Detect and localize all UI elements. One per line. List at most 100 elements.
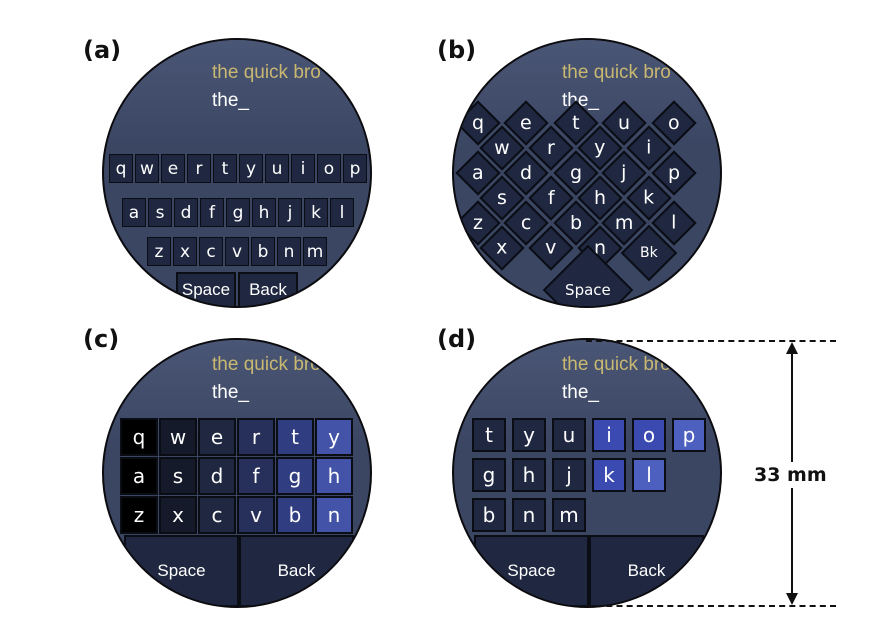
key-a[interactable]: a: [122, 198, 146, 227]
key-e[interactable]: e: [161, 154, 185, 183]
key-label: m: [614, 211, 634, 234]
key-b[interactable]: b: [251, 237, 275, 266]
key-w[interactable]: w: [135, 154, 159, 183]
target-phrase: the quick bro: [562, 62, 671, 83]
key-n[interactable]: n: [315, 496, 353, 534]
key-label: z: [473, 211, 483, 234]
key-label: h: [593, 186, 607, 209]
key-h[interactable]: h: [315, 457, 353, 495]
key-h[interactable]: h: [512, 458, 546, 492]
space-button[interactable]: Space: [176, 272, 236, 306]
key-v[interactable]: v: [225, 237, 249, 266]
key-w[interactable]: w: [159, 418, 197, 456]
key-y[interactable]: y: [315, 418, 353, 456]
key-a[interactable]: a: [120, 457, 158, 495]
key-x[interactable]: x: [173, 237, 197, 266]
key-label: d: [519, 162, 533, 184]
key-d[interactable]: d: [198, 457, 236, 495]
key-label: e: [520, 111, 532, 134]
key-t[interactable]: t: [472, 418, 506, 452]
key-g[interactable]: g: [226, 198, 250, 227]
key-z[interactable]: z: [120, 496, 158, 534]
watch-d: the quick bro the_ tyuiopghjklbnm Space …: [452, 338, 722, 608]
key-label: c: [520, 211, 532, 234]
key-f[interactable]: f: [200, 198, 224, 227]
key-d[interactable]: d: [174, 198, 198, 227]
key-e[interactable]: e: [198, 418, 236, 456]
key-label: b: [569, 212, 583, 234]
key-f[interactable]: f: [237, 457, 275, 495]
key-t[interactable]: t: [213, 154, 237, 183]
back-button[interactable]: Back: [589, 535, 704, 606]
key-u[interactable]: u: [265, 154, 289, 183]
key-b[interactable]: b: [472, 498, 506, 532]
arrow-down-icon: [786, 593, 798, 605]
watch-b: the quick bro the_ qetuowryiadgjpsfhkzcb…: [452, 38, 722, 308]
target-phrase: the quick bro: [212, 62, 321, 83]
key-label: o: [668, 112, 680, 134]
key-p[interactable]: p: [672, 418, 706, 452]
key-label: t: [572, 111, 580, 134]
key-m[interactable]: m: [303, 237, 327, 266]
key-j[interactable]: j: [552, 458, 586, 492]
target-phrase: the quick bro: [562, 354, 671, 375]
back-button[interactable]: Back: [238, 272, 298, 306]
key-label: x: [496, 237, 508, 259]
key-label: l: [671, 212, 677, 234]
key-r[interactable]: r: [237, 418, 275, 456]
key-b[interactable]: b: [276, 496, 314, 534]
back-button[interactable]: Back: [239, 535, 354, 606]
key-y[interactable]: y: [239, 154, 263, 183]
arrow-up-icon: [786, 342, 798, 354]
key-q[interactable]: q: [120, 418, 158, 456]
key-r[interactable]: r: [187, 154, 211, 183]
key-label: Bk: [640, 245, 658, 261]
key-m[interactable]: m: [552, 498, 586, 532]
key-z[interactable]: z: [147, 237, 171, 266]
key-o[interactable]: o: [317, 154, 341, 183]
key-v[interactable]: v: [237, 496, 275, 534]
space-button[interactable]: Space: [124, 535, 239, 606]
key-label: v: [545, 237, 557, 259]
space-button[interactable]: Space: [474, 535, 589, 606]
key-o[interactable]: o: [632, 418, 666, 452]
key-i[interactable]: i: [592, 418, 626, 452]
key-t[interactable]: t: [276, 418, 314, 456]
key-g[interactable]: g: [472, 458, 506, 492]
key-label: j: [621, 162, 627, 184]
key-label: q: [471, 112, 485, 134]
key-label: r: [547, 137, 555, 159]
key-c[interactable]: c: [199, 237, 223, 266]
key-s[interactable]: s: [148, 198, 172, 227]
watch-c: the quick bro the_ qwerty asdfgh zxcvbn Sp…: [102, 338, 372, 608]
key-q[interactable]: q: [109, 154, 133, 183]
key-l[interactable]: l: [330, 198, 354, 227]
dimension-label: 33 mm: [752, 462, 829, 488]
key-label: i: [646, 137, 652, 159]
typed-text: the_: [212, 382, 249, 403]
key-n[interactable]: n: [512, 498, 546, 532]
key-j[interactable]: j: [278, 198, 302, 227]
key-g[interactable]: g: [276, 457, 314, 495]
key-u[interactable]: u: [552, 418, 586, 452]
key-n[interactable]: n: [277, 237, 301, 266]
key-label: w: [494, 136, 510, 159]
key-l[interactable]: l: [632, 458, 666, 492]
key-k[interactable]: k: [304, 198, 328, 227]
watch-a: the quick bro the_ qwertyuiop asdfghjkl zx…: [102, 38, 372, 308]
key-h[interactable]: h: [252, 198, 276, 227]
key-label: a: [472, 162, 484, 184]
key-s[interactable]: s: [159, 457, 197, 495]
typed-text: the_: [212, 90, 249, 111]
key-label: k: [643, 186, 655, 209]
key-x[interactable]: x: [159, 496, 197, 534]
typed-text: the_: [562, 382, 599, 403]
key-label: p: [667, 162, 681, 184]
key-c[interactable]: c: [198, 496, 236, 534]
key-label: g: [569, 162, 583, 184]
key-k[interactable]: k: [592, 458, 626, 492]
key-i[interactable]: i: [291, 154, 315, 183]
target-phrase: the quick bro: [212, 354, 321, 375]
key-p[interactable]: p: [343, 154, 367, 183]
key-y[interactable]: y: [512, 418, 546, 452]
